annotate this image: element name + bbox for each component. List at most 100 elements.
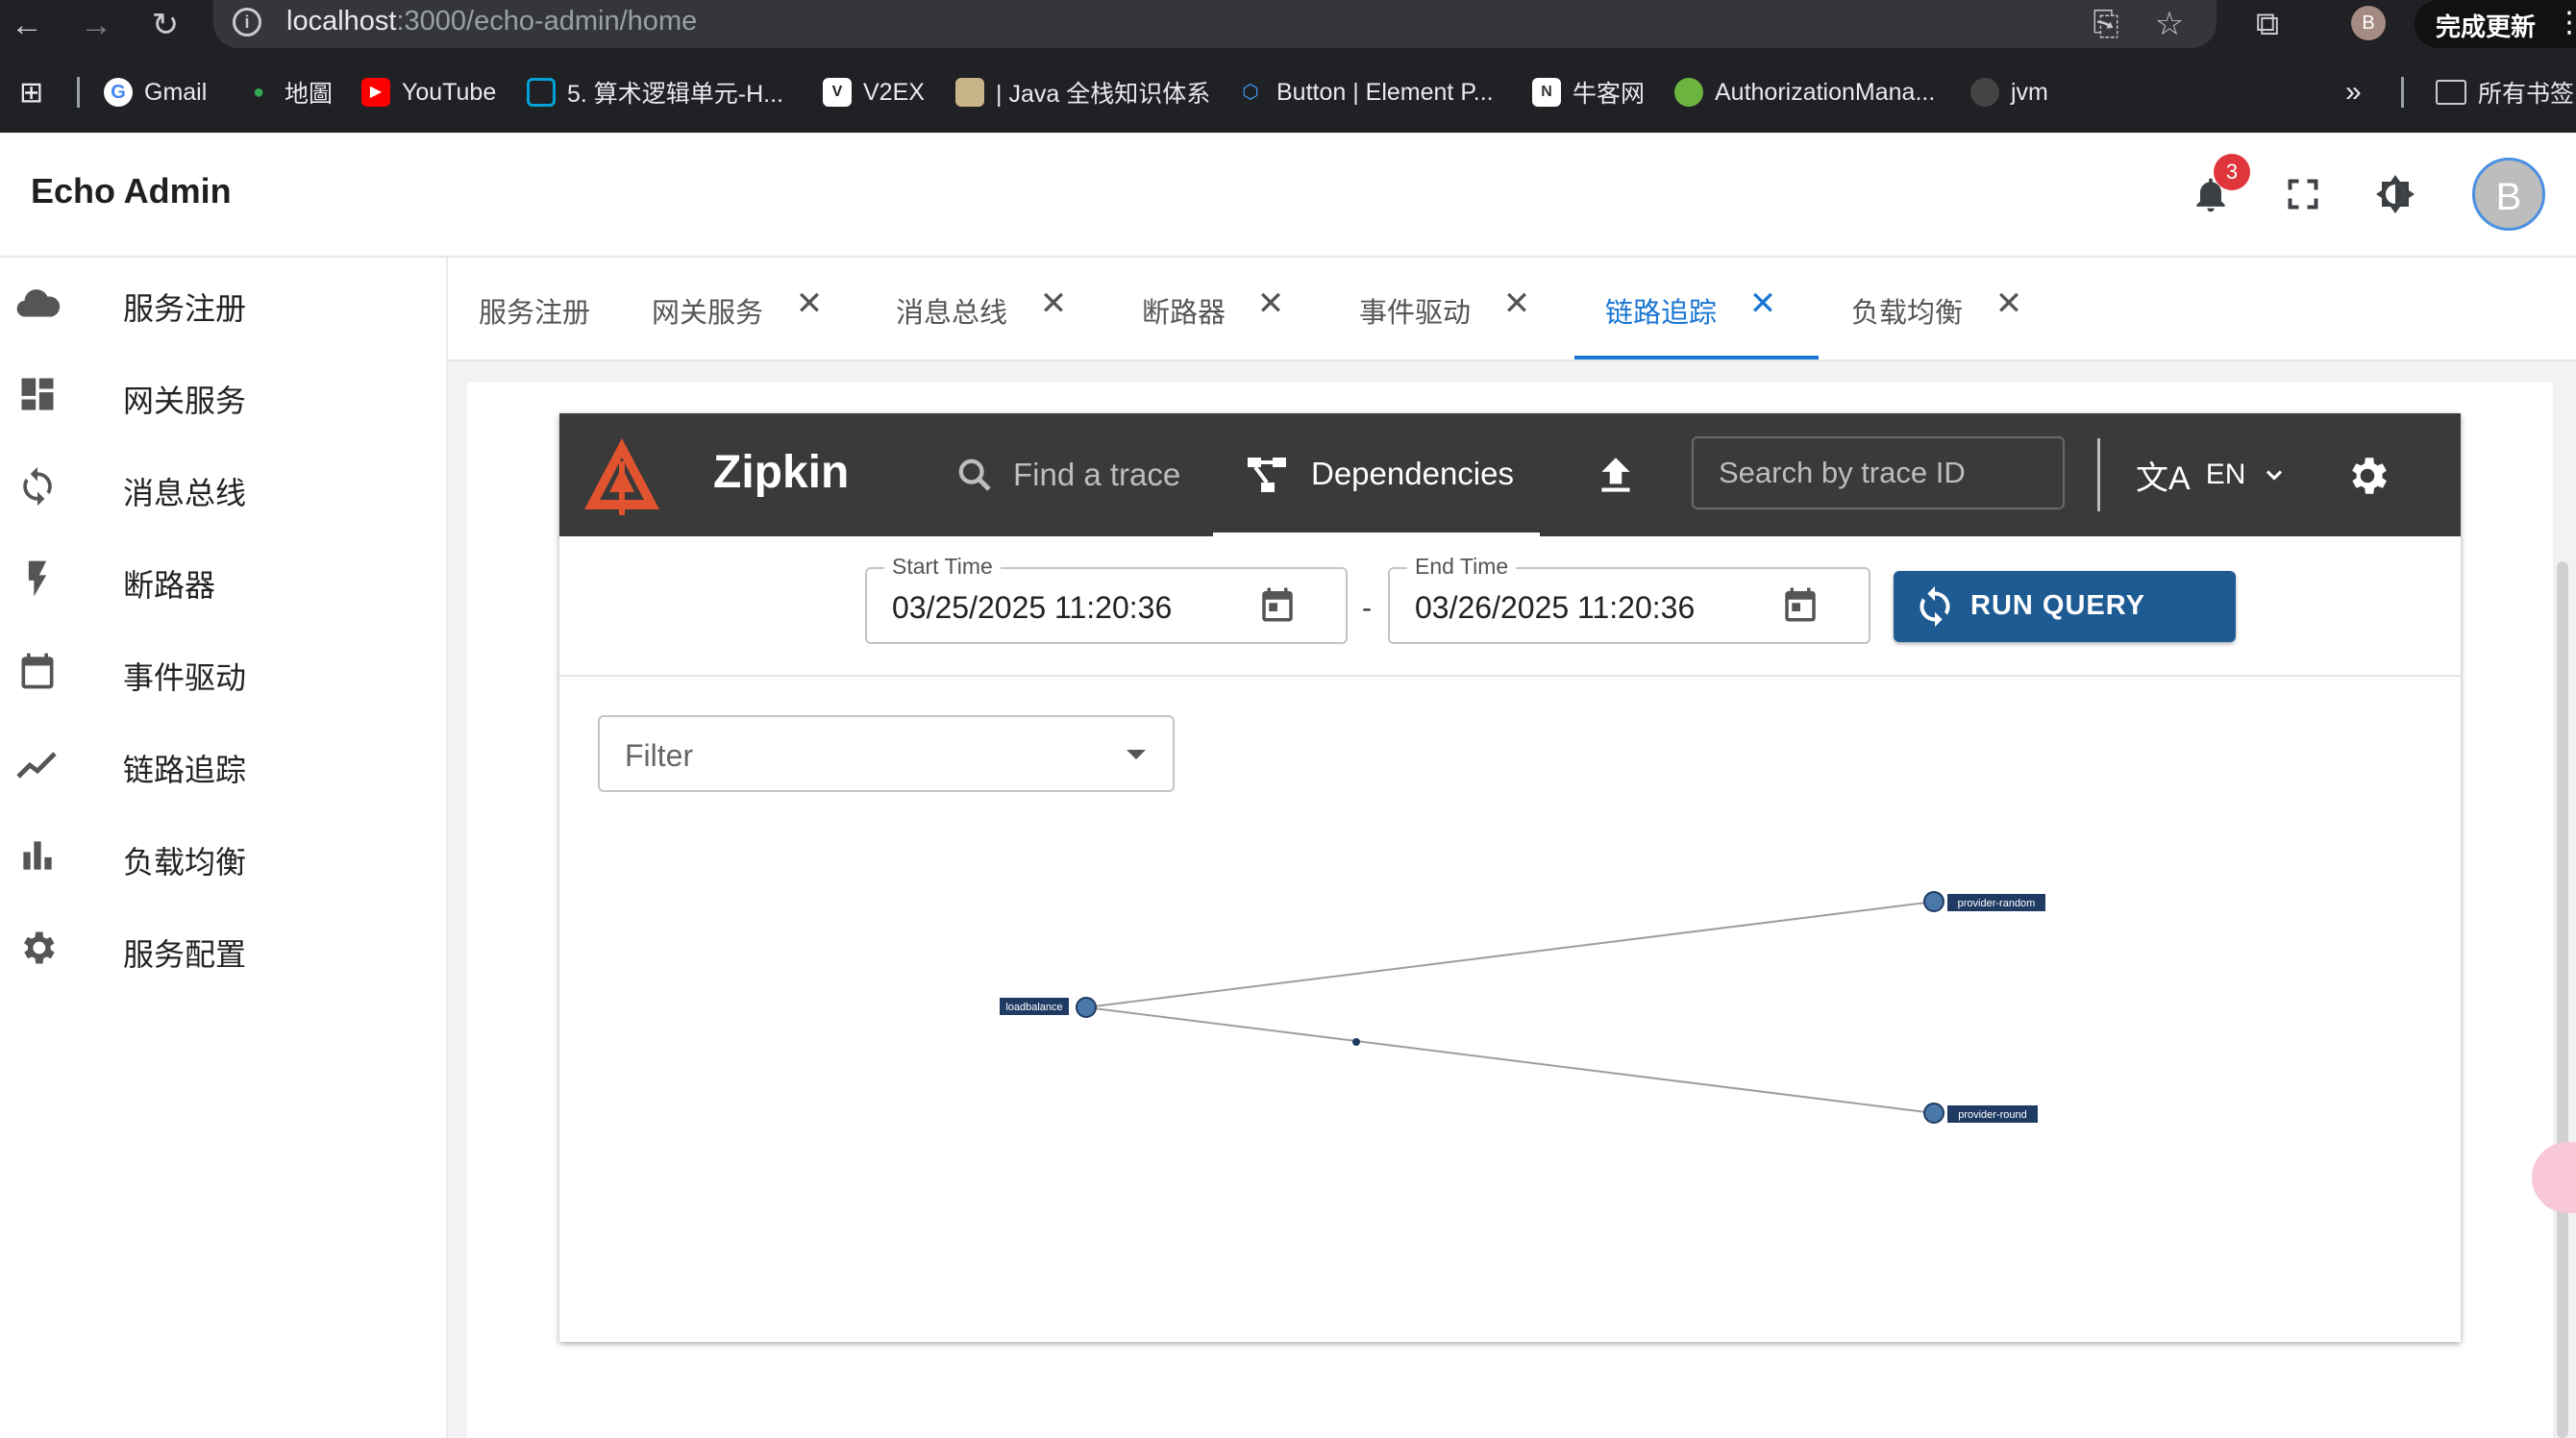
zipkin-panel: Zipkin Find a trace Dependencies 文A EN S… (559, 413, 2461, 1342)
sidebar-item-event-driven[interactable]: 事件驱动 (0, 627, 446, 719)
sidebar-item-label: 服务注册 (123, 291, 247, 326)
tab-circuit-breaker[interactable]: 断路器 ✕ (1142, 258, 1315, 360)
start-time-label: Start Time (884, 554, 1001, 580)
sidebar-item-circuit-breaker[interactable]: 断路器 (0, 534, 446, 627)
dashboard-icon (13, 373, 62, 421)
theme-toggle-icon[interactable] (2365, 163, 2426, 225)
sidebar-item-gateway[interactable]: 网关服务 (0, 350, 446, 442)
sidebar-item-label: 服务配置 (123, 937, 247, 972)
find-trace-link[interactable]: Find a trace (955, 413, 1180, 536)
close-icon[interactable]: ✕ (1498, 285, 1536, 323)
scrollbar[interactable] (2557, 561, 2568, 1438)
tab-service-registry[interactable]: 服务注册 (479, 258, 604, 360)
site-info-icon[interactable]: i (233, 8, 261, 37)
tab-load-balance[interactable]: 负载均衡 ✕ (1851, 258, 2043, 360)
graph-node-provider-round[interactable]: provider-round (1923, 1103, 2038, 1124)
trace-id-search[interactable] (1692, 436, 2065, 509)
graph-node-loadbalance[interactable]: loadbalance (1000, 997, 1097, 1018)
sidebar-item-message-bus[interactable]: 消息总线 (0, 442, 446, 534)
start-time-value: 03/25/2025 11:20:36 (892, 590, 1173, 625)
sidebar-item-label: 消息总线 (123, 476, 247, 510)
bookmark-element[interactable]: ⬡ Button | Element P... (1236, 67, 1493, 117)
java-icon (955, 78, 984, 107)
date-separator: - (1362, 592, 1372, 624)
bookmark-youtube[interactable]: ▶ YouTube (361, 67, 496, 117)
bookmark-maps[interactable]: ● 地圖 (244, 67, 333, 117)
run-query-button[interactable]: RUN QUERY (1894, 571, 2236, 642)
all-bookmarks-folder[interactable]: 所有书签 (2436, 67, 2574, 117)
bookmark-jvm[interactable]: jvm (1970, 67, 2048, 117)
tab-gateway[interactable]: 网关服务 ✕ (652, 258, 844, 360)
avatar[interactable]: B (2472, 158, 2545, 231)
tab-message-bus[interactable]: 消息总线 ✕ (896, 258, 1088, 360)
edge-particle (1352, 1038, 1360, 1046)
fullscreen-icon[interactable] (2272, 163, 2334, 225)
graph-edge (1085, 901, 1935, 1008)
profile-avatar[interactable]: B (2351, 6, 2386, 40)
end-time-field[interactable]: End Time 03/26/2025 11:20:36 (1388, 554, 1870, 644)
apps-grid-icon[interactable]: ⊞ (19, 67, 43, 117)
sidebar-item-label: 链路追踪 (123, 753, 247, 787)
bookmark-label: V2EX (863, 78, 925, 106)
v2ex-icon: V (823, 78, 852, 107)
language-selector[interactable]: 文A EN (2136, 413, 2288, 536)
tab-event-driven[interactable]: 事件驱动 ✕ (1359, 258, 1551, 360)
bookmark-label: | Java 全栈知识体系 (996, 81, 1211, 108)
sidebar-item-service-registry[interactable]: 服务注册 (0, 258, 446, 350)
close-icon[interactable]: ✕ (1744, 285, 1782, 323)
start-time-field[interactable]: Start Time 03/25/2025 11:20:36 (865, 554, 1348, 644)
run-query-label: RUN QUERY (1970, 590, 2145, 621)
dependency-graph[interactable]: loadbalance provider-random provider-rou… (559, 817, 2461, 1336)
node-label: provider-random (1958, 898, 2036, 909)
bookmark-label: jvm (2011, 78, 2048, 106)
calendar-icon[interactable] (1780, 584, 1821, 625)
filter-select[interactable]: Filter (598, 715, 1175, 792)
sidebar-item-tracing[interactable]: 链路追踪 (0, 719, 446, 811)
install-app-icon[interactable]: ⎘ (2084, 2, 2128, 46)
update-button[interactable]: 完成更新 ⋮ (2415, 0, 2576, 48)
bookmark-spring[interactable]: AuthorizationMana... (1674, 67, 1935, 117)
address-bar[interactable]: i localhost:3000/echo-admin/home ⎘ ☆ (213, 0, 2217, 48)
sidebar-item-load-balance[interactable]: 负载均衡 (0, 811, 446, 904)
tab-label: 链路追踪 (1605, 298, 1718, 329)
dependencies-link[interactable]: Dependencies (1213, 413, 1540, 536)
tab-label: 断路器 (1142, 298, 1226, 329)
bookmark-gmail[interactable]: G Gmail (104, 67, 207, 117)
tab-label: 消息总线 (896, 298, 1008, 329)
github-icon (1970, 78, 1999, 107)
bookmark-nowcoder[interactable]: N 牛客网 (1532, 67, 1645, 117)
tab-label: 服务注册 (479, 298, 591, 329)
end-time-label: End Time (1407, 554, 1517, 580)
more-bookmarks-button[interactable]: » (2345, 67, 2362, 117)
close-icon[interactable]: ✕ (790, 285, 829, 323)
sidebar-item-config[interactable]: 服务配置 (0, 904, 446, 996)
bookmark-java[interactable]: | Java 全栈知识体系 (955, 67, 1210, 117)
upload-icon[interactable] (1592, 452, 1640, 500)
extensions-icon[interactable]: ⧉ (2245, 2, 2290, 46)
calendar-icon (13, 650, 62, 698)
bookmark-label: YouTube (402, 78, 497, 106)
url-text[interactable]: localhost:3000/echo-admin/home (286, 6, 697, 37)
tab-tracing[interactable]: 链路追踪 ✕ (1605, 258, 1797, 360)
language-label: EN (2205, 459, 2246, 490)
reload-icon[interactable]: ↻ (144, 4, 186, 46)
calendar-icon[interactable] (1257, 584, 1298, 625)
query-divider (559, 675, 2461, 677)
bookmark-v2ex[interactable]: V V2EX (823, 67, 925, 117)
youtube-icon: ▶ (361, 78, 390, 107)
close-icon[interactable]: ✕ (1251, 285, 1290, 323)
trace-id-input[interactable] (1694, 438, 2063, 508)
tab-bar: 服务注册 网关服务 ✕ 消息总线 ✕ 断路器 ✕ 事件驱动 ✕ 链路追踪 ✕ 负… (448, 258, 2576, 361)
forward-arrow-icon[interactable]: → (75, 4, 117, 46)
graph-node-provider-random[interactable]: provider-random (1923, 891, 2045, 912)
close-icon[interactable]: ✕ (1034, 285, 1073, 323)
settings-gear-icon[interactable] (2343, 452, 2391, 500)
back-arrow-icon[interactable]: ← (6, 4, 48, 46)
url-host: localhost (286, 6, 397, 37)
bookmark-bilibili[interactable]: 5. 算术逻辑单元-H... (527, 67, 783, 117)
bookmark-star-icon[interactable]: ☆ (2147, 2, 2192, 46)
sync-icon (13, 465, 62, 513)
close-icon[interactable]: ✕ (1990, 285, 2028, 323)
bilibili-icon (527, 78, 556, 107)
kebab-menu-icon[interactable]: ⋮ (2555, 6, 2576, 39)
